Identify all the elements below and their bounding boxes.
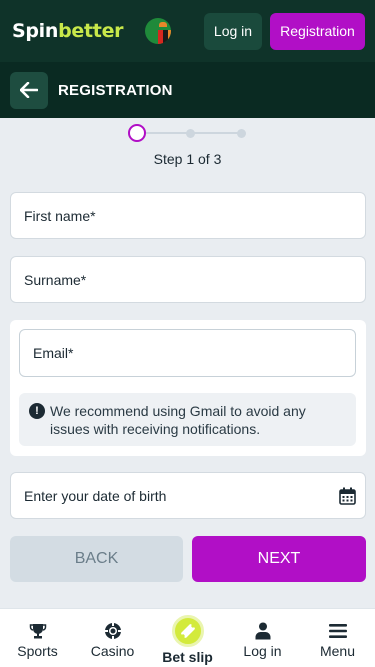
gmail-notice-text: We recommend using Gmail to avoid any is… — [50, 403, 306, 437]
first-name-field[interactable]: First name* — [10, 192, 366, 239]
logo-text-better: better — [58, 20, 124, 42]
back-button[interactable]: BACK — [10, 536, 183, 582]
calendar-icon[interactable] — [339, 487, 356, 505]
nav-label-casino: Casino — [90, 643, 135, 659]
page-title-bar: REGISTRATION — [0, 62, 375, 118]
nav-label-bet-slip: Bet slip — [162, 649, 213, 665]
date-of-birth-field[interactable]: Enter your date of birth — [10, 472, 366, 519]
step-3-indicator — [237, 129, 246, 138]
back-arrow-button[interactable] — [10, 71, 48, 109]
header-login-button[interactable]: Log in — [204, 12, 262, 50]
top-header: Spin better Log in Registration — [0, 0, 375, 62]
email-field[interactable]: Email* — [19, 329, 356, 377]
nav-item-sports[interactable]: Sports — [0, 609, 75, 667]
ticket-icon — [180, 624, 195, 638]
dob-placeholder: Enter your date of birth — [24, 487, 167, 504]
nav-label-sports: Sports — [17, 643, 58, 659]
zambia-flag-icon[interactable] — [145, 18, 172, 44]
step-label: Step 1 of 3 — [153, 151, 222, 167]
nav-item-log-in[interactable]: Log in — [225, 609, 300, 667]
step-1-indicator — [128, 124, 146, 142]
surname-placeholder: Surname* — [24, 271, 87, 288]
bottom-navigation: Sports Casino Bet slip Log in Menu — [0, 608, 375, 667]
spinbetter-logo[interactable]: Spin better — [12, 20, 124, 42]
header-registration-button[interactable]: Registration — [270, 12, 365, 50]
nav-item-menu[interactable]: Menu — [300, 609, 375, 667]
email-placeholder: Email* — [33, 345, 74, 361]
surname-field[interactable]: Surname* — [10, 256, 366, 303]
next-button[interactable]: NEXT — [192, 536, 366, 582]
user-icon — [255, 622, 270, 640]
first-name-placeholder: First name* — [24, 207, 96, 224]
registration-stepper — [128, 124, 248, 142]
nav-label-log-in: Log in — [243, 643, 282, 659]
nav-item-bet-slip[interactable]: Bet slip — [150, 609, 225, 667]
step-2-indicator — [186, 129, 195, 138]
hamburger-menu-icon — [328, 624, 347, 638]
trophy-icon — [29, 624, 46, 639]
arrow-left-icon — [20, 82, 38, 98]
nav-label-menu: Menu — [319, 643, 356, 659]
page-title: REGISTRATION — [58, 81, 173, 99]
email-card: Email* ! We recommend using Gmail to avo… — [10, 320, 366, 456]
nav-item-casino[interactable]: Casino — [75, 609, 150, 667]
gmail-notice: ! We recommend using Gmail to avoid any … — [19, 393, 356, 446]
info-exclamation-icon: ! — [29, 403, 45, 419]
poker-chip-icon — [104, 623, 121, 639]
logo-text-spin: Spin — [12, 20, 59, 42]
